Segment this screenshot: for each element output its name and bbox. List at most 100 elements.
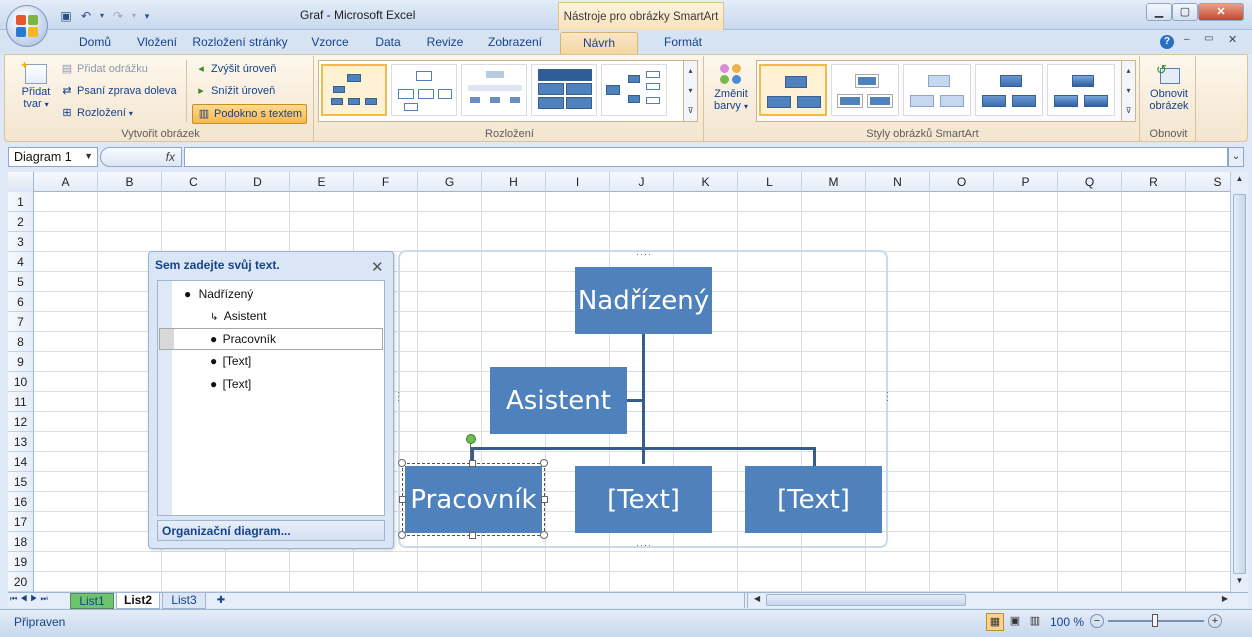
ribbon-restore-icon[interactable]: ▭ <box>1204 33 1213 44</box>
column-header[interactable]: O <box>930 172 994 192</box>
insert-sheet-icon[interactable]: ✚ <box>210 593 232 609</box>
resize-handle[interactable] <box>540 531 548 539</box>
zoom-in-icon[interactable]: + <box>1208 614 1222 628</box>
row-header[interactable]: 13 <box>8 432 34 452</box>
row-header[interactable]: 9 <box>8 352 34 372</box>
column-header[interactable]: A <box>34 172 98 192</box>
tab-formulas[interactable]: Vzorce <box>304 32 356 54</box>
close-window-button[interactable]: ✕ <box>1198 3 1244 21</box>
layout-thumb-org-chart[interactable] <box>321 64 387 116</box>
row-header[interactable]: 20 <box>8 572 34 592</box>
ribbon-minimize-icon[interactable]: – <box>1184 34 1190 45</box>
style-thumb-moderate[interactable] <box>975 64 1043 116</box>
list-item[interactable]: ↳ Asistent <box>210 309 266 323</box>
column-header[interactable]: N <box>866 172 930 192</box>
layout-thumb-name-title[interactable] <box>391 64 457 116</box>
page-break-view-icon[interactable]: ▥ <box>1026 613 1044 631</box>
vertical-scroll-thumb[interactable] <box>1233 194 1246 574</box>
save-icon[interactable]: ▣ <box>58 8 74 24</box>
sheet-tab-list3[interactable]: List3 <box>162 593 206 609</box>
resize-handle[interactable] <box>540 459 548 467</box>
column-header[interactable]: J <box>610 172 674 192</box>
layout-button[interactable]: ⊞ Rozložení ▾ <box>60 106 133 120</box>
change-colors-button[interactable]: Změnit barvy ▾ <box>710 60 752 126</box>
column-header[interactable]: D <box>226 172 290 192</box>
maximize-button[interactable]: ▢ <box>1172 3 1198 21</box>
row-header[interactable]: 16 <box>8 492 34 512</box>
sheet-tab-list2[interactable]: List2 <box>116 593 160 609</box>
redo-icon[interactable]: ↷ <box>110 8 126 24</box>
layout-thumb-table-hierarchy[interactable] <box>531 64 597 116</box>
column-header[interactable]: S <box>1186 172 1230 192</box>
layout-thumb-horizontal-hierarchy[interactable] <box>601 64 667 116</box>
name-box-dropdown-icon[interactable]: ▼ <box>84 151 93 161</box>
tab-data[interactable]: Data <box>368 32 408 54</box>
smartart-box-assistant[interactable]: Asistent <box>490 367 627 434</box>
zoom-out-icon[interactable]: − <box>1090 614 1104 628</box>
horizontal-scrollbar[interactable]: ◀ ▶ <box>752 593 1230 608</box>
tab-format[interactable]: Formát <box>654 32 712 54</box>
list-item[interactable]: ● Nadřízený <box>184 287 253 301</box>
smartart-box-manager[interactable]: Nadřízený <box>575 267 712 334</box>
insert-function-button[interactable]: fx <box>100 147 182 167</box>
smartart-box-text-2[interactable]: [Text] <box>745 466 882 533</box>
tab-view[interactable]: Zobrazení <box>482 32 548 54</box>
office-button[interactable] <box>6 5 48 47</box>
formula-input[interactable] <box>184 147 1228 167</box>
row-header[interactable]: 2 <box>8 212 34 232</box>
resize-handle[interactable] <box>541 496 548 503</box>
expand-formula-bar-icon[interactable]: ⌄ <box>1228 147 1244 167</box>
style-thumb-white-outline[interactable] <box>831 64 899 116</box>
column-header[interactable]: I <box>546 172 610 192</box>
customize-qat-icon[interactable]: ▾ <box>142 8 152 24</box>
row-header[interactable]: 4 <box>8 252 34 272</box>
zoom-slider-thumb[interactable] <box>1152 614 1158 627</box>
row-header[interactable]: 19 <box>8 552 34 572</box>
row-header[interactable]: 15 <box>8 472 34 492</box>
row-header[interactable]: 3 <box>8 232 34 252</box>
row-header[interactable]: 8 <box>8 332 34 352</box>
name-box[interactable]: Diagram 1 ▼ <box>8 147 98 167</box>
column-header[interactable]: M <box>802 172 866 192</box>
column-header[interactable]: E <box>290 172 354 192</box>
scroll-up-icon[interactable]: ▲ <box>1233 174 1246 188</box>
page-layout-view-icon[interactable]: ▣ <box>1006 613 1024 631</box>
reset-graphic-button[interactable]: ↺ Obnovit obrázek <box>1144 60 1194 126</box>
frame-grip-top-icon[interactable]: ···· <box>636 249 652 259</box>
row-header[interactable]: 10 <box>8 372 34 392</box>
list-item[interactable]: ● [Text] <box>210 377 251 391</box>
column-header[interactable]: C <box>162 172 226 192</box>
style-gallery-scroll[interactable]: ▴ ▾ ⊽ <box>1121 61 1135 121</box>
resize-handle[interactable] <box>399 496 406 503</box>
scroll-down-icon[interactable]: ▼ <box>1233 576 1246 590</box>
add-bullet-button[interactable]: ▤ Přidat odrážku <box>60 62 148 76</box>
frame-grip-left-icon[interactable]: · · · <box>397 388 400 405</box>
row-header[interactable]: 12 <box>8 412 34 432</box>
smartart-box-text-1[interactable]: [Text] <box>575 466 712 533</box>
sheet-nav-icon[interactable]: ⏮◀▶⏭ <box>10 594 51 604</box>
right-to-left-button[interactable]: ⇄ Psaní zprava doleva <box>60 84 176 98</box>
layout-thumb-hierarchy[interactable] <box>461 64 527 116</box>
add-shape-button[interactable]: ✦ Přidat tvar ▾ <box>14 60 58 126</box>
scroll-left-icon[interactable]: ◀ <box>754 594 760 603</box>
frame-grip-right-icon[interactable]: · · · <box>886 388 889 405</box>
promote-button[interactable]: ◂ Zvýšit úroveň <box>194 62 276 76</box>
style-thumb-simple[interactable] <box>759 64 827 116</box>
list-item[interactable]: ● Pracovník <box>210 332 276 346</box>
resize-handle[interactable] <box>469 532 476 539</box>
tab-design[interactable]: Návrh <box>560 32 638 54</box>
tab-review[interactable]: Revize <box>420 32 470 54</box>
text-pane-button[interactable]: ▥ Podokno s textem <box>192 104 308 124</box>
row-header[interactable]: 6 <box>8 292 34 312</box>
column-header[interactable]: L <box>738 172 802 192</box>
text-pane-footer-link[interactable]: Organizační diagram... <box>157 520 385 541</box>
row-header[interactable]: 11 <box>8 392 34 412</box>
text-pane-list[interactable]: ● Nadřízený ↳ Asistent ● Pracovník ● [Te… <box>157 280 385 516</box>
row-header[interactable]: 17 <box>8 512 34 532</box>
resize-handle[interactable] <box>469 460 476 467</box>
column-header[interactable]: R <box>1122 172 1186 192</box>
column-header[interactable]: F <box>354 172 418 192</box>
column-header[interactable]: H <box>482 172 546 192</box>
vertical-scrollbar[interactable]: ▲ ▼ <box>1230 172 1248 592</box>
scroll-right-icon[interactable]: ▶ <box>1222 594 1228 603</box>
